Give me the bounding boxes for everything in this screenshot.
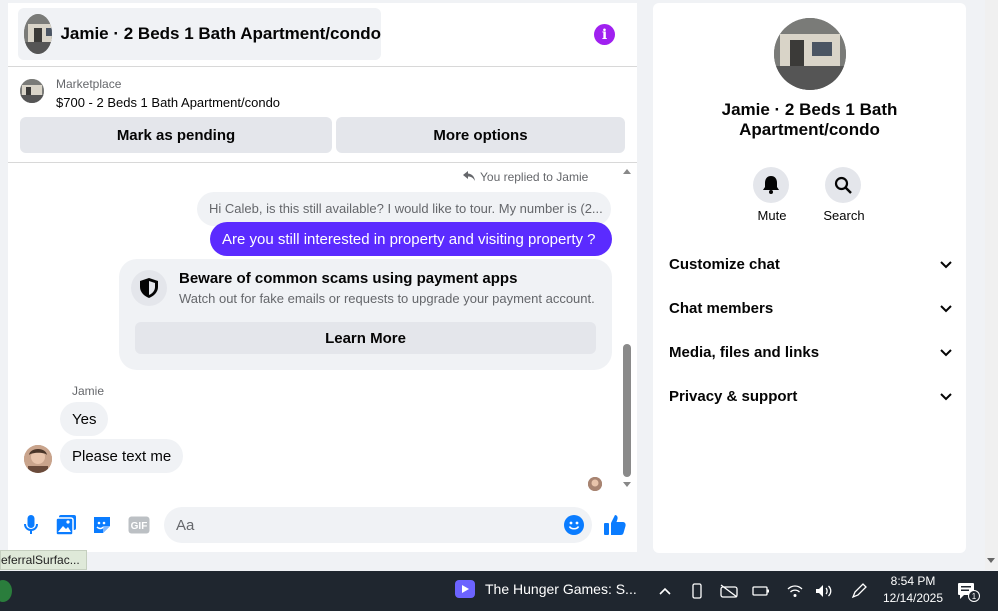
photo-icon[interactable]	[55, 514, 77, 536]
section-label: Customize chat	[669, 255, 780, 273]
chat-title-chip[interactable]: Jamie · 2 Beds 1 Bath Apartment/condo	[18, 8, 381, 60]
marketplace-label: Marketplace	[56, 77, 122, 91]
volume-icon[interactable]	[815, 582, 833, 600]
scroll-down-arrow-icon[interactable]	[623, 482, 631, 487]
mark-as-pending-button[interactable]: Mark as pending	[20, 117, 332, 153]
reply-label: You replied to Jamie	[480, 170, 589, 184]
listing-avatar	[24, 14, 53, 54]
reply-indicator: You replied to Jamie	[463, 170, 588, 184]
marketplace-banner: Marketplace $700 - 2 Beds 1 Bath Apartme…	[8, 67, 637, 163]
chevron-down-icon	[940, 256, 952, 273]
gif-icon[interactable]: GIF	[127, 514, 151, 536]
section-customize-chat[interactable]: Customize chat	[669, 252, 952, 276]
chat-info-panel: Jamie · 2 Beds 1 Bath Apartment/condo Mu…	[653, 3, 966, 553]
sender-avatar[interactable]	[24, 445, 52, 473]
svg-text:GIF: GIF	[131, 521, 148, 532]
scam-warning-title: Beware of common scams using payment app…	[179, 270, 518, 287]
outgoing-message[interactable]: Are you still interested in property and…	[210, 222, 612, 256]
scam-warning-card: Beware of common scams using payment app…	[119, 259, 612, 370]
section-label: Chat members	[669, 299, 774, 317]
more-options-button[interactable]: More options	[336, 117, 625, 153]
quoted-message[interactable]: Hi Caleb, is this still available? I wou…	[197, 192, 611, 226]
bell-icon[interactable]	[753, 167, 789, 203]
status-url-tooltip: eferralSurfac...	[0, 550, 87, 570]
clock[interactable]: 8:54 PM 12/14/2025	[870, 573, 956, 607]
sticker-icon[interactable]	[91, 514, 113, 536]
section-media-files-links[interactable]: Media, files and links	[669, 340, 952, 364]
chat-title: Jamie · 2 Beds 1 Bath Apartment/condo	[60, 24, 381, 43]
listing-avatar-large[interactable]	[774, 18, 846, 90]
chrome-icon[interactable]	[0, 580, 12, 602]
microphone-icon[interactable]	[20, 514, 42, 536]
reply-arrow-icon	[463, 170, 475, 184]
chevron-down-icon	[940, 388, 952, 405]
scroll-thumb[interactable]	[623, 344, 631, 477]
section-label: Privacy & support	[669, 387, 798, 405]
taskbar-app-hunger-games[interactable]: The Hunger Games: S...	[455, 580, 637, 598]
scam-warning-text: Watch out for fake emails or requests to…	[179, 291, 595, 306]
chevron-down-icon	[940, 300, 952, 317]
section-privacy-support[interactable]: Privacy & support	[669, 384, 952, 408]
pen-icon[interactable]	[850, 582, 868, 600]
page-scroll-down-icon[interactable]	[987, 558, 995, 563]
search-label[interactable]: Search	[814, 208, 874, 223]
listing-price[interactable]: $700 - 2 Beds 1 Bath Apartment/condo	[56, 95, 280, 110]
page-scrollbar[interactable]	[985, 0, 998, 570]
shield-icon	[131, 270, 167, 306]
section-label: Media, files and links	[669, 343, 820, 361]
listing-thumbnail[interactable]	[20, 79, 44, 103]
video-player-icon	[455, 580, 475, 598]
taskbar: The Hunger Games: S... 8:54 PM 12/14/202…	[0, 571, 998, 611]
thumbs-up-icon[interactable]	[604, 514, 626, 536]
incoming-message[interactable]: Yes	[60, 402, 109, 436]
chevron-up-icon[interactable]	[656, 582, 674, 600]
wifi-icon[interactable]	[786, 582, 804, 600]
info-icon[interactable]: i	[594, 24, 615, 45]
scroll-up-arrow-icon[interactable]	[623, 169, 631, 174]
clock-time: 8:54 PM	[890, 574, 936, 588]
message-input[interactable]	[164, 507, 592, 543]
incoming-message[interactable]: Please text me	[60, 439, 184, 473]
clock-date: 12/14/2025	[882, 591, 944, 605]
phone-link-icon[interactable]	[688, 582, 706, 600]
sender-name: Jamie	[72, 384, 105, 398]
notification-count: 1	[968, 590, 980, 602]
side-title: Jamie · 2 Beds 1 Bath Apartment/condo	[721, 100, 898, 139]
chat-header: Jamie · 2 Beds 1 Bath Apartment/condo i	[8, 3, 637, 67]
camera-off-icon[interactable]	[720, 582, 738, 600]
section-chat-members[interactable]: Chat members	[669, 296, 952, 320]
mute-label[interactable]: Mute	[742, 208, 802, 223]
battery-icon[interactable]	[752, 582, 770, 600]
taskbar-app-title: The Hunger Games: S...	[485, 581, 637, 597]
read-receipt-avatar	[588, 477, 602, 491]
emoji-icon[interactable]	[564, 515, 584, 535]
search-icon[interactable]	[825, 167, 861, 203]
chevron-down-icon	[940, 344, 952, 361]
learn-more-button[interactable]: Learn More	[135, 322, 596, 354]
